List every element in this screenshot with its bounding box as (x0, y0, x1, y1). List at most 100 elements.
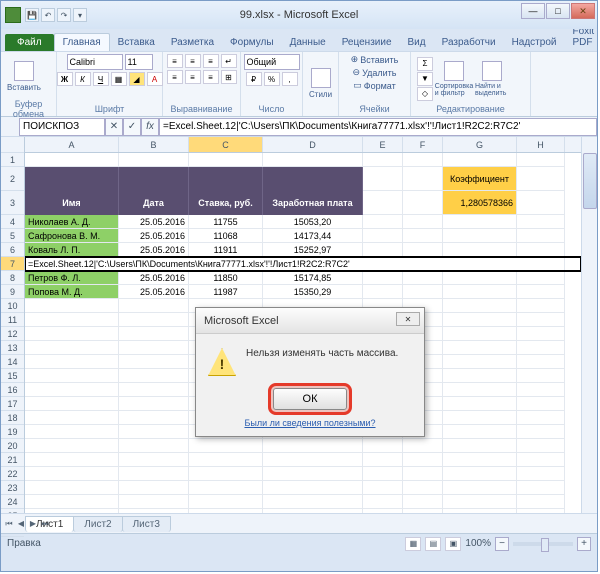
fx-button[interactable]: fx (141, 118, 159, 136)
row-header[interactable]: 23 (1, 481, 24, 495)
comma-button[interactable]: , (282, 72, 298, 86)
row-header[interactable]: 6 (1, 243, 24, 257)
row-header[interactable]: 4 (1, 215, 24, 229)
ok-button[interactable]: ОК (273, 388, 347, 410)
cell[interactable]: 15350,29 (263, 285, 363, 299)
qat-undo-icon[interactable]: ↶ (41, 8, 55, 22)
tab-nav-first-icon[interactable]: ⏮ (3, 517, 15, 531)
col-header[interactable]: C (189, 137, 263, 152)
font-select[interactable]: Calibri (67, 54, 123, 70)
insert-row-button[interactable]: ⊕ Вставить (351, 54, 399, 65)
row-header[interactable]: 18 (1, 411, 24, 425)
minimize-button[interactable]: — (521, 3, 545, 19)
align-bot-button[interactable]: ≡ (203, 54, 219, 68)
clear-button[interactable]: ◇ (417, 87, 433, 101)
row-header[interactable]: 15 (1, 369, 24, 383)
tab-addins[interactable]: Надстрой (504, 34, 565, 51)
cell[interactable]: Коэффициент (443, 167, 517, 191)
tab-dev[interactable]: Разработчи (434, 34, 504, 51)
row-header[interactable]: 7 (1, 257, 24, 271)
vertical-scrollbar[interactable] (581, 137, 597, 513)
cell[interactable]: Попова М. Д. (25, 285, 119, 299)
sheet-tab[interactable]: Лист3 (122, 516, 171, 532)
cell[interactable]: 1,280578366 (443, 191, 517, 215)
cell[interactable]: Сафронова В. М. (25, 229, 119, 243)
scroll-thumb[interactable] (583, 153, 597, 209)
qat-redo-icon[interactable]: ↷ (57, 8, 71, 22)
cell[interactable]: 25.05.2016 (119, 271, 189, 285)
zoom-out-button[interactable]: − (495, 537, 509, 551)
tab-file[interactable]: Файл (5, 34, 54, 51)
cell[interactable]: 11755 (189, 215, 263, 229)
view-normal-icon[interactable]: ▦ (405, 537, 421, 551)
qat-more-icon[interactable]: ▾ (73, 8, 87, 22)
select-all-button[interactable] (1, 137, 24, 153)
qat-save-icon[interactable]: 💾 (25, 8, 39, 22)
row-header[interactable]: 10 (1, 299, 24, 313)
cell[interactable]: 15174,85 (263, 271, 363, 285)
sort-button[interactable]: Сортировка и фильтр (437, 57, 471, 101)
row-header[interactable]: 21 (1, 453, 24, 467)
col-header[interactable]: G (443, 137, 517, 152)
align-center-button[interactable]: ≡ (185, 70, 201, 84)
find-button[interactable]: Найти и выделить (475, 57, 509, 101)
cell[interactable]: Дата (119, 191, 189, 215)
row-header[interactable]: 11 (1, 313, 24, 327)
tab-formulas[interactable]: Формулы (222, 34, 282, 51)
cell[interactable]: 15053,20 (263, 215, 363, 229)
dialog-help-link[interactable]: Были ли сведения полезными? (196, 418, 424, 436)
maximize-button[interactable]: □ (546, 3, 570, 19)
formula-bar[interactable]: =Excel.Sheet.12|'C:\Users\ПК\Documents\К… (159, 118, 597, 136)
number-format-select[interactable]: Общий (244, 54, 300, 70)
cell[interactable]: Петров Ф. Л. (25, 271, 119, 285)
tab-nav-last-icon[interactable]: ⏭ (39, 517, 51, 531)
fill-button[interactable]: ◢ (129, 72, 145, 86)
name-box[interactable]: ПОИСКПОЗ (19, 118, 105, 136)
tab-nav-prev-icon[interactable]: ◀ (15, 517, 27, 531)
tab-layout[interactable]: Разметка (163, 34, 222, 51)
cell[interactable]: Николаев А. Д. (25, 215, 119, 229)
align-top-button[interactable]: ≡ (167, 54, 183, 68)
tab-home[interactable]: Главная (54, 33, 110, 51)
zoom-slider[interactable] (513, 542, 573, 546)
row-header[interactable]: 1 (1, 153, 24, 167)
font-size-select[interactable]: 11 (125, 54, 153, 70)
row-header[interactable]: 19 (1, 425, 24, 439)
cell[interactable]: 11850 (189, 271, 263, 285)
cancel-formula-button[interactable]: ✕ (105, 118, 123, 136)
row-header[interactable]: 9 (1, 285, 24, 299)
row-header[interactable]: 13 (1, 341, 24, 355)
row-header[interactable]: 14 (1, 355, 24, 369)
cell[interactable]: 11068 (189, 229, 263, 243)
font-color-button[interactable]: A (147, 72, 163, 86)
align-left-button[interactable]: ≡ (167, 70, 183, 84)
tab-insert[interactable]: Вставка (110, 34, 163, 51)
row-header[interactable]: 16 (1, 383, 24, 397)
styles-button[interactable]: Стили (309, 62, 332, 106)
tab-data[interactable]: Данные (282, 34, 334, 51)
paste-button[interactable]: Вставить (7, 54, 41, 98)
view-break-icon[interactable]: ▣ (445, 537, 461, 551)
row-header[interactable]: 17 (1, 397, 24, 411)
delete-row-button[interactable]: ⊖ Удалить (353, 67, 397, 78)
cell[interactable]: 25.05.2016 (119, 243, 189, 257)
sheet-tab[interactable]: Лист2 (73, 516, 122, 532)
bold-button[interactable]: Ж (57, 72, 73, 86)
close-button[interactable]: ✕ (571, 3, 595, 19)
col-header[interactable]: A (25, 137, 119, 152)
row-header[interactable]: 20 (1, 439, 24, 453)
align-mid-button[interactable]: ≡ (185, 54, 201, 68)
view-layout-icon[interactable]: ▤ (425, 537, 441, 551)
cell[interactable]: 14173,44 (263, 229, 363, 243)
row-header[interactable]: 3 (1, 191, 24, 215)
zoom-in-button[interactable]: + (577, 537, 591, 551)
fill-down-button[interactable]: ▼ (417, 72, 433, 86)
col-header[interactable]: H (517, 137, 565, 152)
wrap-button[interactable]: ↵ (221, 54, 237, 68)
currency-button[interactable]: ₽ (246, 72, 262, 86)
cell[interactable]: Ставка, руб. (189, 191, 263, 215)
cell[interactable]: 25.05.2016 (119, 285, 189, 299)
cell[interactable]: 25.05.2016 (119, 229, 189, 243)
cell[interactable]: 15252,97 (263, 243, 363, 257)
row-header[interactable]: 8 (1, 271, 24, 285)
